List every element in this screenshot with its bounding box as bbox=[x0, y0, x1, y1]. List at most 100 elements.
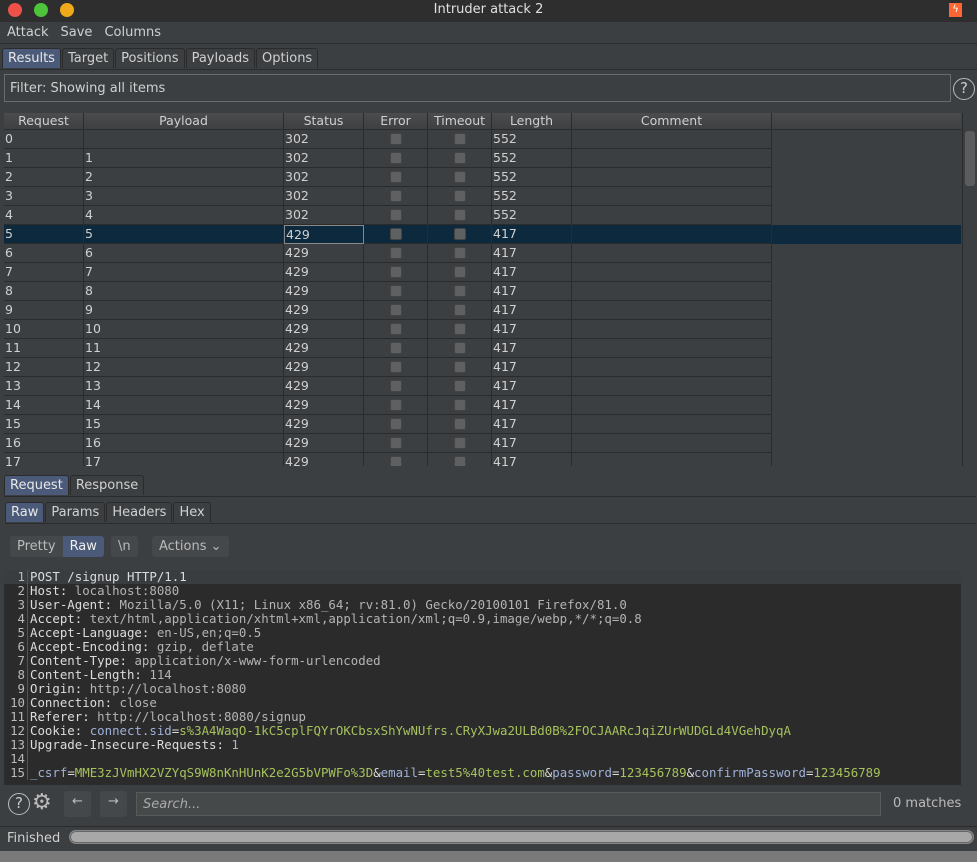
table-row[interactable]: 12 12 429 417 bbox=[4, 358, 961, 377]
line-number: 15 bbox=[4, 766, 28, 780]
editor-line: 4 Accept: text/html,application/xhtml+xml… bbox=[4, 612, 961, 626]
cell-timeout bbox=[428, 244, 492, 263]
cell-status: 429 bbox=[284, 339, 364, 358]
column-header-error[interactable]: Error bbox=[364, 113, 428, 129]
next-match-button[interactable]: → bbox=[100, 791, 127, 817]
cell-timeout bbox=[428, 130, 492, 149]
tab-params[interactable]: Params bbox=[45, 502, 106, 522]
table-row[interactable]: 15 15 429 417 bbox=[4, 415, 961, 434]
cell-comment bbox=[572, 301, 772, 320]
table-row[interactable]: 17 17 429 417 bbox=[4, 453, 961, 466]
table-row[interactable]: 11 11 429 417 bbox=[4, 339, 961, 358]
cell-timeout bbox=[428, 320, 492, 339]
progress-bar bbox=[69, 830, 974, 844]
line-number: 13 bbox=[4, 738, 28, 752]
maximize-window-button[interactable] bbox=[34, 3, 48, 17]
line-number: 3 bbox=[4, 598, 28, 612]
table-row[interactable]: 10 10 429 417 bbox=[4, 320, 961, 339]
scrollbar-thumb[interactable] bbox=[965, 131, 975, 186]
help-icon[interactable]: ? bbox=[8, 793, 30, 815]
minimize-window-button[interactable] bbox=[60, 3, 74, 17]
column-header-payload[interactable]: Payload bbox=[84, 113, 284, 129]
tab-payloads[interactable]: Payloads bbox=[185, 48, 256, 68]
table-row[interactable]: 1 1 302 552 bbox=[4, 149, 961, 168]
timeout-checkbox bbox=[454, 399, 466, 411]
tab-options[interactable]: Options bbox=[256, 48, 319, 68]
table-row[interactable]: 9 9 429 417 bbox=[4, 301, 961, 320]
filter-bar[interactable]: Filter: Showing all items bbox=[4, 74, 951, 102]
menu-save[interactable]: Save bbox=[54, 22, 98, 40]
table-row[interactable]: 4 4 302 552 bbox=[4, 206, 961, 225]
search-input[interactable]: Search... bbox=[136, 792, 881, 816]
actions-button[interactable]: Actions ⌄ bbox=[152, 536, 229, 557]
newline-toggle-button[interactable]: \n bbox=[111, 536, 138, 557]
table-row[interactable]: 14 14 429 417 bbox=[4, 396, 961, 415]
cell-payload: 5 bbox=[84, 225, 284, 244]
table-row[interactable]: 6 6 429 417 bbox=[4, 244, 961, 263]
tab-response[interactable]: Response bbox=[69, 475, 145, 495]
tab-hex[interactable]: Hex bbox=[173, 502, 211, 522]
gear-icon[interactable]: ⚙ bbox=[32, 790, 52, 815]
cell-status: 429 bbox=[284, 282, 364, 301]
help-icon[interactable]: ? bbox=[953, 78, 975, 100]
cell-error bbox=[364, 187, 428, 206]
code-token: gzip, deflate bbox=[156, 639, 254, 654]
tab-raw[interactable]: Raw bbox=[5, 502, 45, 522]
column-header-status[interactable]: Status bbox=[284, 113, 364, 129]
tab-positions[interactable]: Positions bbox=[115, 48, 185, 68]
column-header-request[interactable]: Request bbox=[4, 113, 84, 129]
table-row[interactable]: 16 16 429 417 bbox=[4, 434, 961, 453]
chevron-down-icon: ⌄ bbox=[210, 539, 222, 554]
pretty-button[interactable]: Pretty bbox=[10, 536, 63, 557]
table-row[interactable]: 5 5 429 417 bbox=[4, 225, 961, 244]
editor-line: 6 Accept-Encoding: gzip, deflate bbox=[4, 640, 961, 654]
close-window-button[interactable] bbox=[8, 3, 22, 17]
menu-attack[interactable]: Attack bbox=[0, 22, 54, 40]
cell-status: 429 bbox=[284, 453, 364, 466]
previous-match-button[interactable]: ← bbox=[64, 791, 91, 817]
table-row[interactable]: 7 7 429 417 bbox=[4, 263, 961, 282]
tab-request[interactable]: Request bbox=[4, 475, 69, 495]
error-checkbox bbox=[390, 418, 402, 430]
cell-timeout bbox=[428, 358, 492, 377]
tab-target[interactable]: Target bbox=[61, 48, 115, 68]
tab-headers[interactable]: Headers bbox=[106, 502, 173, 522]
view-tabs: Raw Params Headers Hex bbox=[5, 502, 211, 522]
raw-button[interactable]: Raw bbox=[62, 536, 104, 557]
cell-status: 429 bbox=[284, 358, 364, 377]
table-scrollbar[interactable] bbox=[962, 113, 976, 466]
cell-request: 6 bbox=[4, 244, 84, 263]
cell-status: 302 bbox=[284, 206, 364, 225]
line-number: 10 bbox=[4, 696, 28, 710]
column-header-length[interactable]: Length bbox=[492, 113, 572, 129]
editor-line: 9 Origin: http://localhost:8080 bbox=[4, 682, 961, 696]
request-editor[interactable]: 1 POST /signup HTTP/1.1 2 Host: localhost:8… bbox=[4, 570, 961, 785]
cell-length: 417 bbox=[492, 415, 572, 434]
code-token: = bbox=[417, 765, 426, 780]
code-token: = bbox=[805, 765, 814, 780]
menu-columns[interactable]: Columns bbox=[97, 22, 166, 40]
cell-error bbox=[364, 377, 428, 396]
code-token: Accept-Encoding: bbox=[30, 639, 157, 654]
column-header-comment[interactable]: Comment bbox=[572, 113, 772, 129]
column-header-timeout[interactable]: Timeout bbox=[428, 113, 492, 129]
timeout-checkbox bbox=[454, 190, 466, 202]
error-checkbox bbox=[390, 152, 402, 164]
cell-comment bbox=[572, 320, 772, 339]
table-row[interactable]: 2 2 302 552 bbox=[4, 168, 961, 187]
error-checkbox bbox=[390, 247, 402, 259]
cell-comment bbox=[572, 358, 772, 377]
table-row[interactable]: 3 3 302 552 bbox=[4, 187, 961, 206]
cell-error bbox=[364, 301, 428, 320]
cell-length: 417 bbox=[492, 301, 572, 320]
cell-length: 552 bbox=[492, 130, 572, 149]
tab-results[interactable]: Results bbox=[2, 48, 61, 68]
cell-payload: 8 bbox=[84, 282, 284, 301]
table-row[interactable]: 13 13 429 417 bbox=[4, 377, 961, 396]
table-row[interactable]: 0 302 552 bbox=[4, 130, 961, 149]
cell-request: 10 bbox=[4, 320, 84, 339]
code-token: confirmPassword bbox=[694, 765, 806, 780]
code-token: & bbox=[686, 765, 695, 780]
table-row[interactable]: 8 8 429 417 bbox=[4, 282, 961, 301]
code-token: POST /signup HTTP/1.1 bbox=[30, 569, 187, 584]
